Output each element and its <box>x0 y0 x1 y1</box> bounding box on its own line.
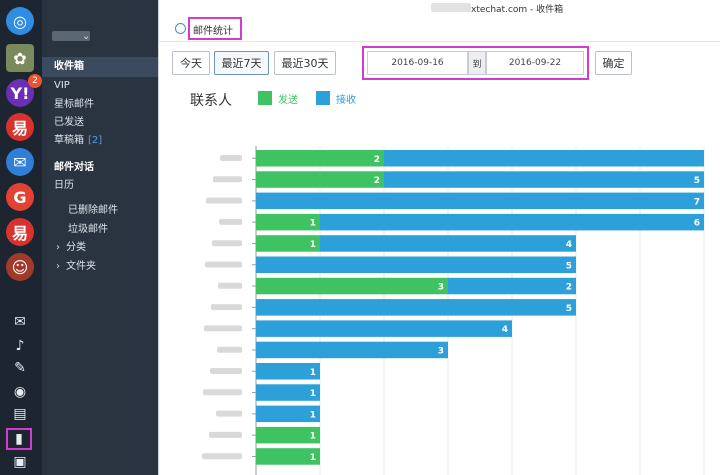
sidebar-item[interactable]: 草稿箱 [2] <box>42 131 158 151</box>
game-avatar-icon[interactable]: ☺ <box>6 253 34 281</box>
bar-received <box>256 299 576 316</box>
sidebar-item[interactable]: › 分类 <box>42 238 158 258</box>
bar-received <box>256 192 704 210</box>
sidebar-item[interactable]: 邮件对话 <box>42 158 158 178</box>
yahoo-unread-badge: 2 <box>28 74 42 88</box>
mail-sidebar: ⌄ 收件箱 VIP 星标邮件 已发送 草稿箱 [2] 邮件对话 日历 已删除邮件 垃圾邮件 › 分类 ›… <box>42 0 158 475</box>
sidebar-item-label: 日历 <box>54 180 74 191</box>
bar-sent <box>256 277 448 295</box>
contact-name-redacted <box>206 197 242 204</box>
sidebar-item-label: 已发送 <box>54 117 84 128</box>
sidebar-item[interactable]: › 文件夹 <box>42 257 158 277</box>
contact-name-redacted <box>209 431 242 438</box>
contact-name-redacted <box>220 155 242 161</box>
bar-received-label: 3 <box>438 346 444 356</box>
browser-app-icon[interactable]: ◎ <box>6 7 34 35</box>
sidebar-item[interactable]: VIP <box>42 76 158 96</box>
bar-sent-label: 1 <box>310 453 316 463</box>
contact-name-redacted <box>216 410 242 417</box>
qq-icon[interactable]: ◉ <box>10 382 30 402</box>
bar-sent <box>256 150 384 167</box>
contact-name-redacted <box>204 325 242 332</box>
contact-name-redacted <box>219 218 242 225</box>
bar-received <box>384 171 704 188</box>
bar-received <box>256 341 448 359</box>
sidebar-item-label: 分类 <box>66 242 86 253</box>
app-dock: ◎ ✿ Y! 易 ✉ G 易 ☺ 2 ✉ ♪ ✎ ◉ ▤ ▮ ▣ <box>0 0 42 475</box>
notebook-icon[interactable]: ▤ <box>10 404 30 424</box>
bar-received-label: 4 <box>502 325 508 335</box>
contact-mail-chart: 2 2 5 7 1 6 1 4 5 3 2 5 4 3 1 1 1 1 1 <box>202 146 705 475</box>
bar-received <box>448 277 576 295</box>
bar-sent-label: 3 <box>438 283 444 293</box>
contact-name-redacted <box>212 240 242 247</box>
netease-mail-alt-icon[interactable]: 易 <box>6 218 34 246</box>
contact-name-redacted <box>217 346 242 353</box>
mailbox-app-icon[interactable]: ✉ <box>6 148 34 176</box>
expand-chevron-icon[interactable]: › <box>56 242 60 253</box>
bar-received-label: 4 <box>566 240 572 250</box>
bar-received-label: 2 <box>566 283 572 293</box>
bar-sent-label: 1 <box>310 219 316 229</box>
feather-icon[interactable]: ✎ <box>10 358 30 378</box>
document-icon[interactable]: ▣ <box>10 452 30 472</box>
bar-received <box>256 256 576 273</box>
sidebar-item[interactable]: 日历 <box>42 176 158 196</box>
sidebar-item[interactable]: 垃圾邮件 <box>42 220 158 240</box>
bar-received <box>320 235 576 252</box>
sidebar-item[interactable]: 已发送 <box>42 113 158 133</box>
contact-name-redacted <box>203 389 242 396</box>
bar-received-label: 7 <box>694 197 700 207</box>
expand-chevron-icon[interactable]: › <box>56 261 60 272</box>
bar-received-label: 6 <box>694 219 700 229</box>
sidebar-item-label: 已删除邮件 <box>68 205 118 216</box>
bar-received <box>256 320 512 337</box>
sidebar-item-label: 垃圾邮件 <box>68 224 108 235</box>
bar-sent-label: 2 <box>374 176 380 186</box>
main-panel: xtechat.com - 收件箱 邮件统计 今天 最近7天 最近30天 201… <box>158 0 720 475</box>
sidebar-item-label: 星标邮件 <box>54 99 94 110</box>
google-icon[interactable]: G <box>6 183 34 211</box>
netease-mail-icon[interactable]: 易 <box>6 113 34 141</box>
sidebar-item[interactable]: 已删除邮件 <box>42 201 158 221</box>
bar-received-label: 1 <box>310 389 316 399</box>
contact-name-redacted <box>213 176 242 183</box>
bar-received-label: 5 <box>566 261 572 271</box>
sidebar-item-label: 草稿箱 <box>54 135 84 146</box>
bar-sent-label: 1 <box>310 432 316 442</box>
account-chevron-down-icon[interactable]: ⌄ <box>82 31 90 42</box>
avatar-icon[interactable]: ✿ <box>6 44 34 72</box>
bar-received-label: 1 <box>310 368 316 378</box>
sidebar-item-label: 邮件对话 <box>54 162 94 173</box>
wechat-icon[interactable]: ✉ <box>10 312 30 332</box>
contact-name-redacted <box>210 368 242 374</box>
sidebar-item-label: 文件夹 <box>66 261 96 272</box>
bar-sent-label: 2 <box>374 155 380 165</box>
music-icon[interactable]: ♪ <box>10 336 30 356</box>
contact-name-redacted <box>211 304 242 311</box>
contact-name-redacted <box>202 453 242 460</box>
bar-sent <box>256 171 384 188</box>
bar-received-label: 1 <box>310 410 316 420</box>
contact-name-redacted <box>218 282 242 289</box>
contact-name-redacted <box>205 261 242 268</box>
stats-icon[interactable]: ▮ <box>6 428 32 450</box>
sidebar-item[interactable]: 收件箱 <box>42 57 158 77</box>
sidebar-item-label: VIP <box>54 80 70 91</box>
bar-received <box>320 213 704 231</box>
bar-received-label: 5 <box>566 304 572 314</box>
bar-sent-label: 1 <box>310 240 316 250</box>
sidebar-item-count: [2] <box>88 135 103 146</box>
sidebar-item[interactable]: 星标邮件 <box>42 95 158 115</box>
sidebar-item-label: 收件箱 <box>54 61 84 72</box>
bar-received <box>384 150 704 167</box>
bar-received-label: 5 <box>694 176 700 186</box>
